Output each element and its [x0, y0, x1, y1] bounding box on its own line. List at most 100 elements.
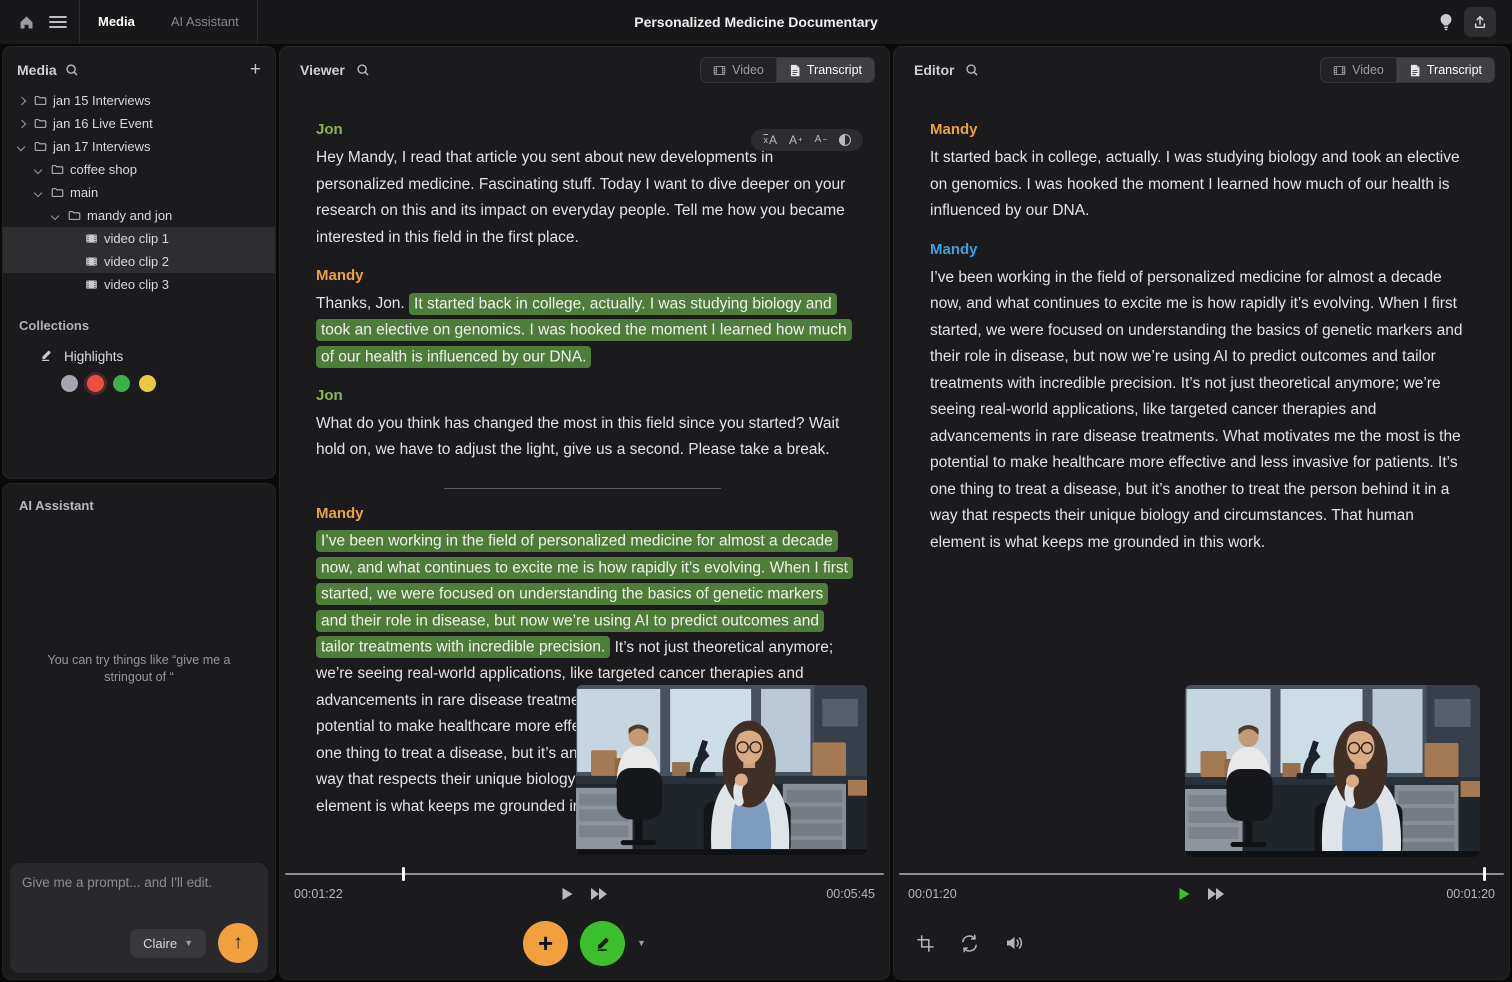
viewer-transcript-toggle[interactable]: Transcript [776, 58, 874, 82]
transcript-paragraph[interactable]: Hey Mandy, I read that article you sent … [316, 145, 849, 251]
chevron-down-icon[interactable] [32, 163, 45, 176]
tree-item-label: jan 16 Live Event [53, 116, 153, 131]
speaker-label[interactable]: Mandy [930, 121, 1469, 138]
fast-forward-button[interactable] [590, 887, 609, 901]
search-icon[interactable] [65, 63, 79, 77]
editor-timeline[interactable] [899, 867, 1504, 881]
ai-prompt-box: Claire ▼ ↑ [10, 863, 268, 973]
lightbulb-icon[interactable] [1438, 13, 1454, 31]
playhead[interactable] [402, 867, 405, 881]
editor-video-toggle[interactable]: Video [1321, 58, 1396, 82]
viewer-timeline[interactable] [285, 867, 884, 881]
transcript-paragraph[interactable]: What do you think has changed the most i… [316, 411, 849, 464]
model-selector-button[interactable]: Claire ▼ [130, 929, 206, 958]
media-tree-item[interactable]: main [3, 181, 275, 204]
font-increase-icon[interactable]: A+ [789, 134, 803, 146]
speaker-labels-icon[interactable]: xA [763, 134, 777, 146]
document-icon [1409, 64, 1421, 77]
ai-prompt-input[interactable] [22, 875, 256, 921]
editor-controls: 00:01:20 00:01:20 [894, 867, 1509, 979]
total-duration: 00:01:20 [1446, 887, 1495, 901]
highlight-color-dots [3, 375, 275, 392]
transcript-paragraph[interactable]: I’ve been working in the field of person… [930, 265, 1467, 557]
speaker-label[interactable]: Mandy [316, 267, 849, 284]
media-tree-item[interactable]: jan 16 Live Event [3, 112, 275, 135]
chevron-down-icon[interactable] [15, 140, 28, 153]
tree-item-label: main [70, 185, 98, 200]
tree-item-label: coffee shop [70, 162, 137, 177]
transcript-paragraph[interactable]: Thanks, Jon. It started back in college,… [316, 291, 849, 371]
film-icon [85, 255, 98, 268]
text-display-toolbar: xA A+ A− [751, 129, 863, 151]
media-tree-item[interactable]: mandy and jon [3, 204, 275, 227]
collections-title: Collections [3, 318, 275, 333]
viewer-title: Viewer [300, 62, 345, 78]
speaker-label[interactable]: Mandy [930, 241, 1469, 258]
collection-highlights[interactable]: Highlights [3, 333, 275, 375]
media-panel: Media + jan 15 Interviewsjan 16 Live Eve… [2, 46, 276, 479]
search-icon[interactable] [356, 63, 370, 77]
document-icon [789, 64, 801, 77]
play-button[interactable] [561, 887, 574, 901]
contrast-icon[interactable] [839, 134, 851, 146]
speaker-label[interactable]: Jon [316, 387, 849, 404]
export-upload-button[interactable] [1464, 7, 1496, 37]
viewer-controls: 00:01:22 00:05:45 + ▼ [280, 867, 889, 979]
folder-icon [34, 117, 47, 130]
tab-ai-assistant[interactable]: AI Assistant [153, 0, 257, 44]
folder-icon [34, 140, 47, 153]
media-tree-item[interactable]: video clip 1 [3, 227, 275, 250]
transcript-paragraph[interactable]: It started back in college, actually. I … [930, 145, 1467, 225]
crop-icon[interactable] [916, 934, 935, 953]
add-to-timeline-button[interactable]: + [523, 921, 568, 966]
tree-item-label: mandy and jon [87, 208, 172, 223]
highlight-color-dot[interactable] [87, 375, 104, 392]
play-button[interactable] [1178, 887, 1191, 901]
film-icon [85, 232, 98, 245]
editor-transcript-toggle[interactable]: Transcript [1396, 58, 1494, 82]
chevron-right-icon[interactable] [15, 94, 28, 107]
highlight-selection-button[interactable] [580, 921, 625, 966]
folder-icon [68, 209, 81, 222]
media-tree-item[interactable]: video clip 3 [3, 273, 275, 296]
chevron-down-icon[interactable] [32, 186, 45, 199]
transcript-segment: Jon What do you think has changed the mos… [316, 387, 849, 464]
add-media-button[interactable]: + [250, 60, 261, 79]
media-tree-item[interactable]: coffee shop [3, 158, 275, 181]
volume-icon[interactable] [1004, 934, 1024, 952]
chevron-down-icon: ▼ [184, 938, 193, 948]
viewer-video-toggle[interactable]: Video [701, 58, 776, 82]
highlight-color-dot[interactable] [113, 375, 130, 392]
font-decrease-icon[interactable]: A− [815, 135, 827, 145]
page-title: Personalized Medicine Documentary [634, 0, 878, 44]
fast-forward-button[interactable] [1207, 887, 1226, 901]
replace-footage-icon[interactable] [959, 934, 980, 953]
chevron-down-icon[interactable] [49, 209, 62, 222]
playhead[interactable] [1483, 867, 1486, 881]
speaker-label[interactable]: Mandy [316, 505, 849, 522]
media-tree-item[interactable]: jan 15 Interviews [3, 89, 275, 112]
home-button[interactable] [18, 14, 35, 31]
ai-panel-title: AI Assistant [3, 484, 275, 527]
tab-media[interactable]: Media [80, 0, 153, 44]
transcript-segment: Mandy It started back in college, actuall… [930, 121, 1469, 225]
tree-item-label: video clip 1 [104, 231, 169, 246]
highlight-options-caret[interactable]: ▼ [637, 938, 646, 948]
highlight-color-dot[interactable] [139, 375, 156, 392]
menu-icon[interactable] [49, 15, 67, 29]
transcript-segment: Mandy Thanks, Jon. It started back in col… [316, 267, 849, 371]
search-icon[interactable] [965, 63, 979, 77]
highlight-color-dot[interactable] [61, 375, 78, 392]
scene-divider [444, 488, 721, 489]
film-icon [713, 64, 726, 77]
chevron-right-icon[interactable] [15, 117, 28, 130]
viewer-view-toggle: Video Transcript [700, 57, 875, 83]
ai-assistant-panel: AI Assistant You can try things like “gi… [2, 483, 276, 980]
sidebar: Media + jan 15 Interviewsjan 16 Live Eve… [2, 46, 276, 980]
send-prompt-button[interactable]: ↑ [218, 923, 258, 963]
media-tree-item[interactable]: jan 17 Interviews [3, 135, 275, 158]
folder-icon [51, 163, 64, 176]
viewer-video-thumbnail[interactable] [576, 685, 867, 855]
editor-video-thumbnail[interactable] [1185, 685, 1480, 857]
media-tree-item[interactable]: video clip 2 [3, 250, 275, 273]
